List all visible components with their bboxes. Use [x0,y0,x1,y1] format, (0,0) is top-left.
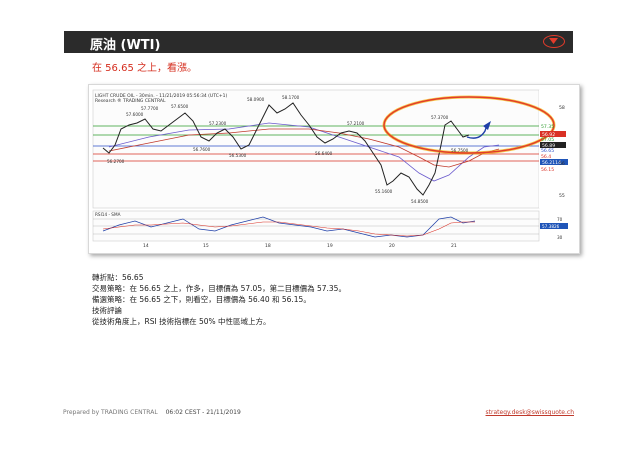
contact-email-link[interactable]: strategy.desk@swissquote.ch [486,409,574,416]
pivot-text: 轉折點：56.65 [92,273,144,282]
axis-label: 56.15 [541,167,554,173]
footer-left: Prepared by TRADING CENTRAL 06:02 CEST -… [63,409,241,416]
x-axis-label: 14 [143,243,149,249]
axis-label: 56.65 [541,148,554,154]
axis-label: 55 [559,193,565,199]
price-label: 56.6400 [315,151,333,156]
price-chart: LIGHT CRUDE OIL - 30min. - 11/21/2019 05… [88,84,580,254]
rsi-axis-label: 30 [557,235,563,240]
price-label: 56.2700 [107,159,125,164]
headline-signal: 在 56.65 之上，看漲。 [92,63,197,74]
price-label: 57.6000 [126,112,144,117]
chart-title-line2: Research ® TRADING CENTRAL [95,97,166,104]
x-axis-label: 21 [451,243,457,249]
axis-label: 57.35 [541,124,554,130]
chevron-down-icon[interactable] [543,35,565,48]
price-label: 55.1600 [375,189,393,194]
x-axis-label: 15 [203,243,209,249]
rsi-axis-label: 70 [557,217,563,222]
rsi-axis-label: 57.3826 [542,224,560,229]
x-axis-label: 18 [265,243,271,249]
price-chart-svg: LIGHT CRUDE OIL - 30min. - 11/21/2019 05… [89,85,579,253]
price-label: 57.2100 [347,121,365,126]
alternative-text: 備選策略：在 56.65 之下，則看空，目標價為 56.40 和 56.15。 [92,295,311,304]
price-label: 58.0900 [247,97,265,102]
price-label: 56.7600 [193,147,211,152]
instrument-title: 原油 (WTI) [90,38,161,53]
x-axis-label: 20 [389,243,395,249]
prepared-by: Prepared by TRADING CENTRAL [63,409,158,416]
price-label: 57.3700 [431,115,449,120]
axis-label: 56 [559,161,565,167]
price-label: 56.5300 [229,153,247,158]
price-label: 56.7500 [451,148,469,153]
analysis-block: 轉折點：56.65 交易策略：在 56.65 之上，作多，目標價為 57.05，… [92,272,346,327]
price-label: 57.2300 [209,121,227,126]
rsi-title: RSI14 - SMA [95,212,121,217]
report-time: 06:02 CEST - 21/11/2019 [165,409,241,416]
price-label: 54.8500 [411,199,429,204]
price-label: 57.6500 [171,104,189,109]
comment-title: 技術評論 [92,306,122,315]
report-header: 原油 (WTI) [64,31,573,53]
x-axis-label: 19 [327,243,333,249]
price-label: 58.1700 [282,95,300,100]
price-label: 57.7700 [141,106,159,111]
axis-label: 58 [559,105,565,111]
comment-text: 從技術角度上，RSI 技術指標在 50% 中性區域上方。 [92,317,271,326]
strategy-text: 交易策略：在 56.65 之上，作多，目標價為 57.05，第二目標價為 57.… [92,284,346,293]
